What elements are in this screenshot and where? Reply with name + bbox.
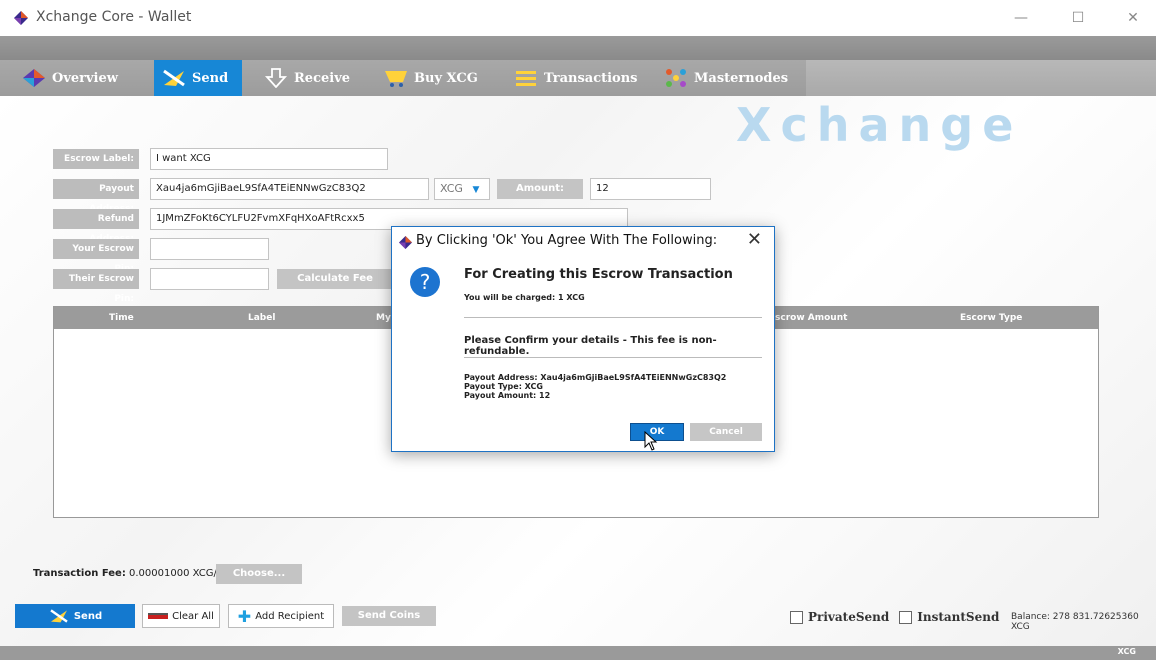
mouse-cursor-icon (644, 431, 658, 451)
send-button[interactable]: Send (15, 604, 135, 628)
payout-address-input[interactable]: Xau4ja6mGjiBaeL9SfA4TEiENNwGzC83Q2 (150, 178, 429, 200)
clear-all-label: Clear All (172, 610, 214, 622)
tab-overview[interactable]: Overview (22, 60, 132, 96)
xchange-logo-icon (14, 11, 28, 25)
add-recipient-button[interactable]: ✚ Add Recipient (228, 604, 334, 628)
send-coins-button[interactable]: Send Coins (342, 606, 436, 626)
overview-icon (22, 68, 46, 88)
tab-send-label: Send (192, 70, 229, 86)
tab-overview-label: Overview (52, 70, 118, 86)
privatesend-label: PrivateSend (808, 610, 890, 624)
instantsend-checkbox[interactable] (899, 610, 913, 624)
tab-receive-label: Receive (294, 70, 351, 86)
balance-text: Balance: 278 831.72625360 XCG (1011, 612, 1139, 632)
col-escrow-type: Escorw Type (960, 313, 1023, 323)
dialog-payout-type: Payout Type: XCG (464, 382, 543, 391)
minimize-button[interactable]: — (1001, 4, 1041, 32)
fee-label: Transaction Fee: (33, 568, 126, 579)
eraser-icon (148, 613, 169, 619)
header-strip (0, 36, 1156, 60)
dialog-charge: You will be charged: 1 XCG (464, 293, 585, 302)
tab-masternodes[interactable]: Masternodes (664, 60, 806, 96)
dialog-divider (464, 357, 762, 358)
cancel-button[interactable]: Cancel (690, 423, 762, 441)
transactions-icon (514, 68, 538, 88)
close-button[interactable]: ✕ (1113, 4, 1153, 32)
col-my: My (376, 313, 391, 323)
tab-transactions[interactable]: Transactions (514, 60, 644, 96)
status-unit: XCG (1117, 647, 1136, 656)
buy-icon (384, 68, 408, 88)
fee-value: 0.00001000 XCG/kB (129, 568, 230, 579)
dialog-logo-icon (399, 236, 412, 249)
choose-fee-button[interactable]: Choose... (216, 564, 302, 584)
brand-watermark: Xchange (736, 98, 1023, 152)
send-options: PrivateSend InstantSend (790, 610, 999, 624)
tab-receive[interactable]: Receive (264, 60, 364, 96)
col-label: Label (248, 313, 276, 323)
amount-label: Amount: (497, 179, 583, 199)
nav-filler (806, 60, 1156, 96)
calculate-fee-button[interactable]: Calculate Fee (277, 269, 393, 289)
privatesend-checkbox[interactable] (790, 610, 803, 624)
plus-icon: ✚ (237, 606, 252, 626)
payout-address-label: Payout Address: (53, 179, 139, 214)
col-escrow-amount: scrow Amount (775, 313, 848, 323)
send-icon (162, 68, 186, 88)
status-bar: XCG (0, 646, 1156, 660)
question-icon: ? (410, 267, 440, 297)
dialog-confirm: Please Confirm your details - This fee i… (464, 335, 717, 357)
tab-buy-xcg[interactable]: Buy XCG (384, 60, 494, 96)
add-recipient-label: Add Recipient (255, 610, 325, 622)
your-escrow-pin-label: Your Escrow Pin: (53, 239, 139, 274)
tab-send[interactable]: Send (154, 60, 242, 96)
confirm-dialog: By Clicking 'Ok' You Agree With The Foll… (391, 226, 775, 452)
tab-masternodes-label: Masternodes (694, 70, 789, 86)
dialog-payout-address: Payout Address: Xau4ja6mGjiBaeL9SfA4TEiE… (464, 373, 727, 382)
send-icon (50, 609, 68, 623)
refund-address-label: Refund Address: (53, 209, 139, 244)
escrow-label-input[interactable]: I want XCG (150, 148, 388, 170)
currency-select[interactable]: XCG ▼ (434, 178, 490, 200)
maximize-button[interactable]: ☐ (1058, 4, 1098, 32)
instantsend-label: InstantSend (917, 610, 1000, 624)
masternodes-icon (664, 68, 688, 88)
amount-input[interactable]: 12 (590, 178, 711, 200)
your-escrow-pin-input[interactable] (150, 238, 269, 260)
receive-icon (264, 68, 288, 89)
dialog-heading: For Creating this Escrow Transaction (464, 267, 733, 282)
dialog-title: By Clicking 'Ok' You Agree With The Foll… (416, 233, 718, 248)
their-escrow-pin-label: Their Escrow Pin: (53, 269, 139, 304)
send-button-label: Send (73, 610, 103, 622)
escrow-label-label: Escrow Label: (53, 149, 139, 169)
dialog-divider (464, 317, 762, 318)
title-bar: Xchange Core - Wallet — ☐ ✕ (0, 0, 1156, 36)
tab-buy-label: Buy XCG (414, 70, 478, 86)
transaction-fee: Transaction Fee: 0.00001000 XCG/kB (33, 568, 230, 579)
window-title: Xchange Core - Wallet (36, 9, 192, 25)
currency-value: XCG (440, 182, 463, 195)
dialog-close-icon[interactable]: ✕ (747, 229, 762, 250)
chevron-down-icon: ▼ (472, 185, 480, 195)
col-time: Time (109, 313, 134, 323)
tab-transactions-label: Transactions (544, 70, 638, 86)
clear-all-button[interactable]: Clear All (142, 604, 220, 628)
dialog-payout-amount: Payout Amount: 12 (464, 391, 551, 400)
their-escrow-pin-input[interactable] (150, 268, 269, 290)
